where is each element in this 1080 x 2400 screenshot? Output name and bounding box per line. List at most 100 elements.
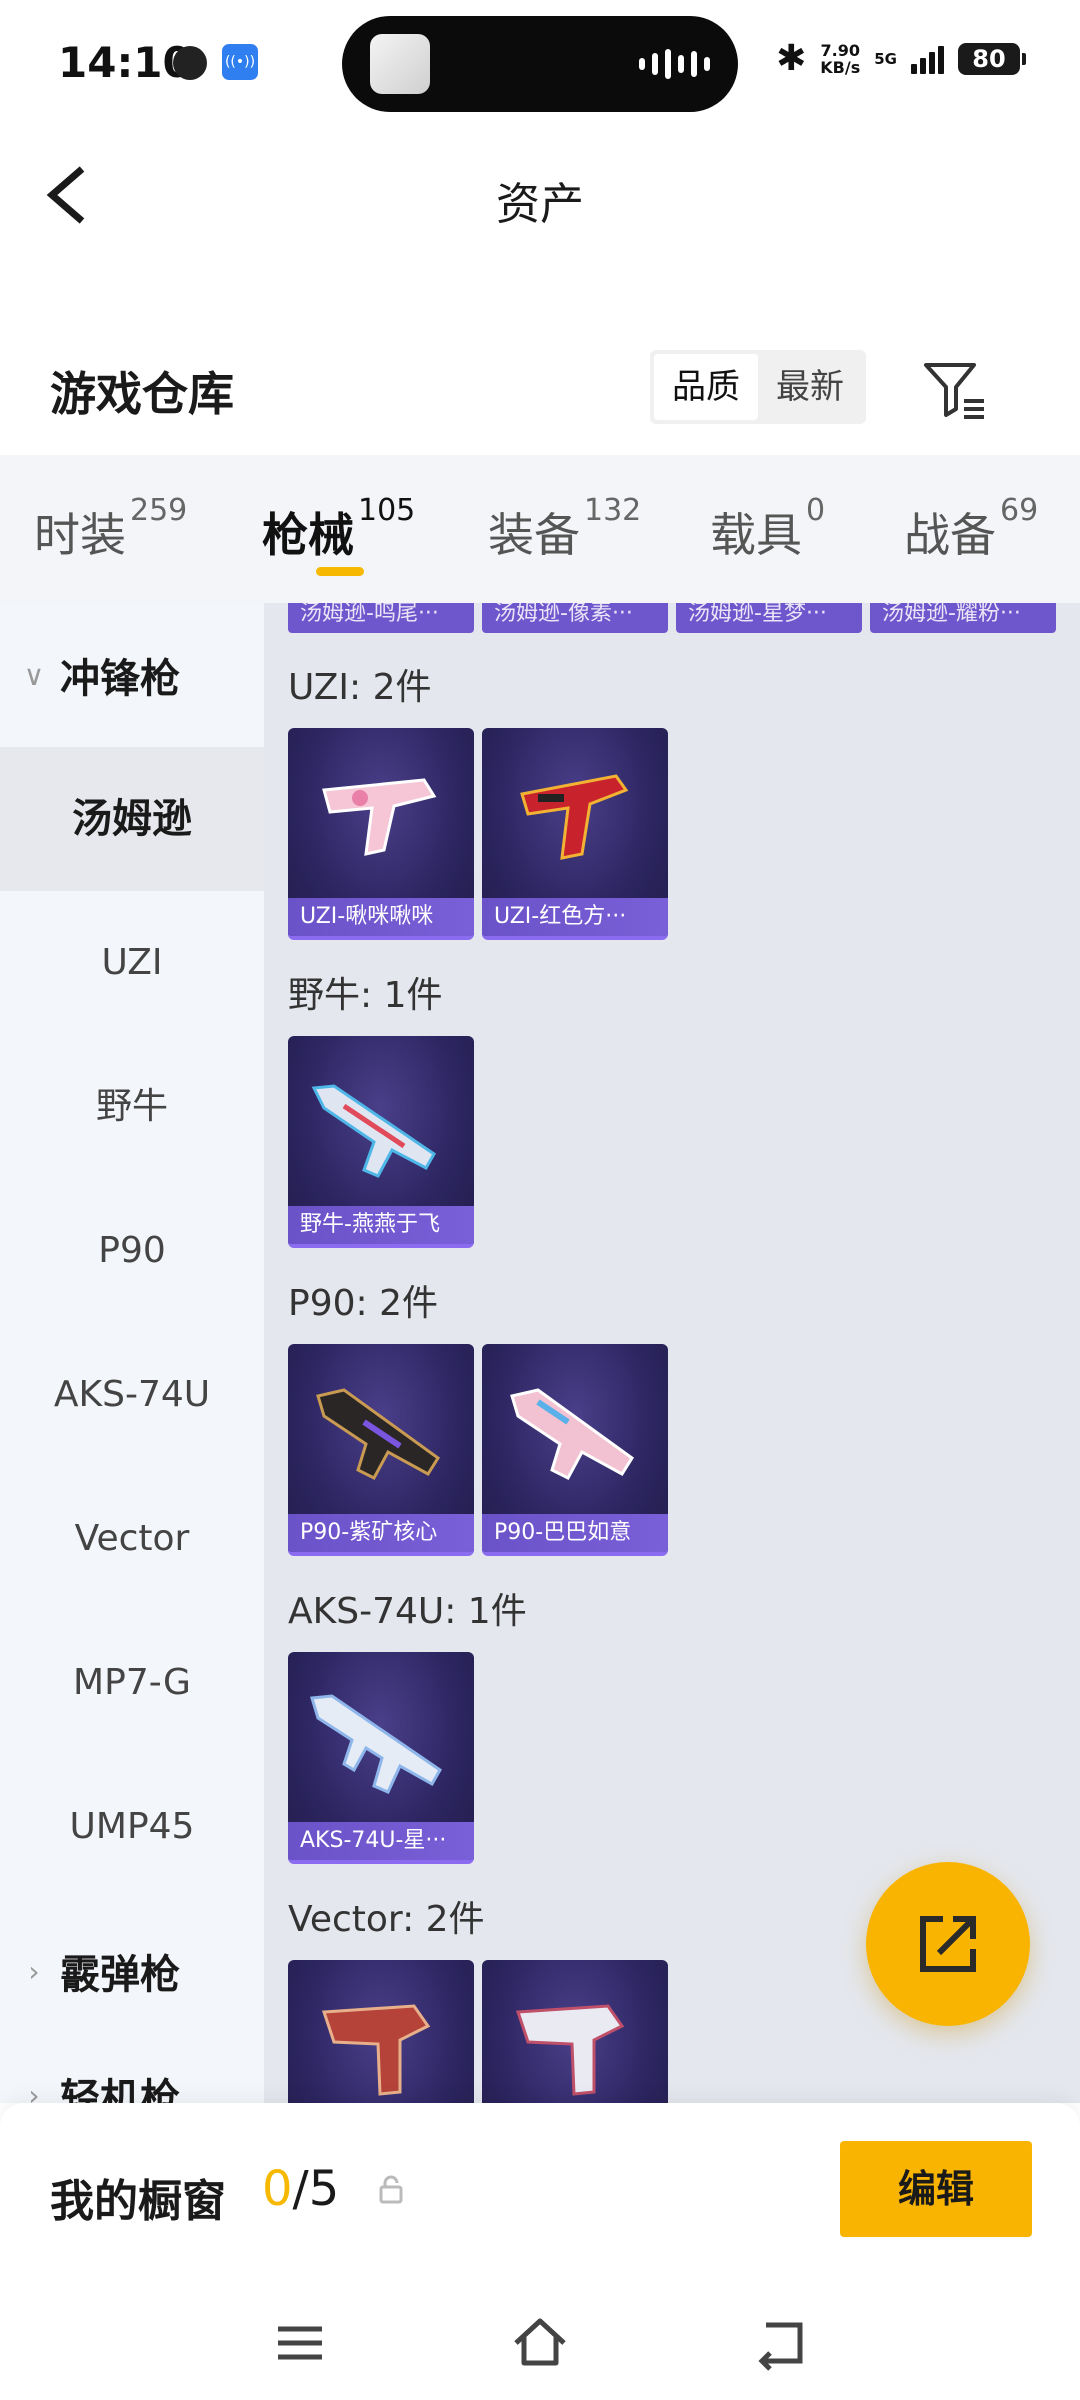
back-arrow-icon[interactable]: [750, 2313, 810, 2373]
signal-icon: [911, 44, 944, 74]
showcase-total: /5: [292, 2161, 340, 2217]
showcase-current: 0: [262, 2161, 293, 2217]
section-title: UZI: 2件: [288, 667, 432, 708]
sidebar-group-shotgun[interactable]: › 霰弹枪: [0, 1899, 264, 2043]
skin-card-label: P90-紫矿核心: [288, 1514, 474, 1552]
share-out-icon[interactable]: [866, 1862, 1030, 2026]
skin-card[interactable]: 汤姆逊-鸣尾···: [288, 603, 474, 633]
skin-card-label: P90-巴巴如意: [482, 1514, 668, 1552]
battery-icon: 80: [958, 42, 1026, 75]
skin-card-label: AKS-74U-星···: [288, 1822, 474, 1860]
sidebar-group-label: 霰弹枪: [60, 1952, 180, 1998]
sidebar-item-bizon[interactable]: 野牛: [0, 1035, 264, 1179]
section-title: Vector: 2件: [288, 1899, 485, 1940]
smg-pink-icon: [322, 778, 437, 856]
network-type: 5G: [874, 49, 897, 68]
home-icon[interactable]: [510, 2313, 570, 2373]
skin-card[interactable]: 野牛-燕燕于飞: [288, 1036, 474, 1248]
sidebar-group-smg[interactable]: ∨ 冲锋枪: [0, 603, 264, 747]
skin-card[interactable]: [288, 1960, 474, 2103]
tab-count: 105: [358, 493, 416, 528]
sidebar-item-aks74u[interactable]: AKS-74U: [0, 1323, 264, 1467]
tab-count: 0: [806, 493, 826, 528]
sidebar-group-label: 冲锋枪: [60, 656, 180, 702]
tab-label: 时装: [34, 508, 126, 562]
sidebar-item-mp7g[interactable]: MP7-G: [0, 1611, 264, 1755]
sidebar-item-p90[interactable]: P90: [0, 1179, 264, 1323]
tab-equipment[interactable]: 装备 132: [488, 493, 641, 565]
skin-card[interactable]: AKS-74U-星···: [288, 1652, 474, 1864]
skin-card[interactable]: [482, 1960, 668, 2103]
skin-card[interactable]: P90-紫矿核心: [288, 1344, 474, 1556]
smg-p90-dark-icon: [316, 1388, 441, 1480]
smg-p90-pink-icon: [510, 1388, 635, 1480]
skin-card[interactable]: UZI-红色方···: [482, 728, 668, 940]
lock-icon: [378, 2175, 404, 2209]
speed-value: 7.90: [820, 40, 860, 60]
filter-icon[interactable]: [920, 355, 990, 425]
smg-vector-white-icon: [515, 2004, 625, 2096]
section-title: AKS-74U: 1件: [288, 1591, 527, 1632]
tab-label: 载具: [710, 508, 802, 562]
sidebar-group-label: 轻机枪: [60, 2076, 180, 2103]
network-speed: 7.90 KB/s: [820, 42, 860, 76]
skin-card[interactable]: 汤姆逊-星梦···: [676, 603, 862, 633]
tab-vehicles[interactable]: 载具 0: [710, 493, 825, 565]
page-title: 资产: [496, 179, 584, 230]
edit-button[interactable]: 编辑: [840, 2141, 1032, 2237]
section-title: 野牛: 1件: [288, 975, 443, 1016]
skin-card[interactable]: P90-巴巴如意: [482, 1344, 668, 1556]
tab-guns[interactable]: 枪械 105: [262, 493, 415, 565]
sort-quality[interactable]: 品质: [654, 354, 758, 420]
smg-red-icon: [520, 774, 629, 860]
skin-card[interactable]: 汤姆逊-像素···: [482, 603, 668, 633]
tab-label: 战备: [904, 508, 996, 562]
sort-newest[interactable]: 最新: [758, 354, 862, 420]
skin-card-label: UZI-啾咪啾咪: [288, 898, 474, 936]
showcase-bar: 我的橱窗 0/5 编辑: [0, 2103, 1080, 2283]
chevron-down-icon: ∨: [23, 658, 45, 692]
skin-card-label: 汤姆逊-像素···: [494, 603, 633, 626]
smg-bizon-icon: [311, 1084, 436, 1178]
skin-card-label: 汤姆逊-耀粉···: [882, 603, 1021, 626]
tab-fashion[interactable]: 时装 259: [34, 493, 187, 565]
sort-toggle[interactable]: 品质 最新: [650, 350, 866, 424]
broadcast-icon: ((•)): [222, 44, 258, 80]
chevron-right-icon: ›: [28, 2078, 40, 2104]
warehouse-title: 游戏仓库: [50, 367, 234, 421]
dynamic-island[interactable]: [342, 16, 738, 112]
menu-icon[interactable]: [270, 2313, 330, 2373]
audio-wave-icon: [639, 49, 710, 79]
skin-card-label: 野牛-燕燕于飞: [288, 1206, 474, 1244]
showcase-count: 0/5: [262, 2161, 339, 2217]
tab-count: 69: [1000, 493, 1039, 528]
active-tab-indicator: [316, 567, 364, 576]
status-time: 14:10: [58, 38, 192, 87]
skin-card-label: UZI-红色方···: [482, 898, 668, 936]
sidebar-item-vector[interactable]: Vector: [0, 1467, 264, 1611]
bluetooth-icon: ✱: [776, 38, 807, 79]
showcase-label: 我的橱窗: [50, 2176, 226, 2227]
sidebar-item-uzi[interactable]: UZI: [0, 891, 264, 1035]
sidebar-group-lmg[interactable]: › 轻机枪: [0, 2023, 264, 2103]
system-nav-bar: [0, 2283, 1080, 2400]
sidebar: ∨ 冲锋枪 汤姆逊 UZI 野牛 P90 AKS-74U Vector MP7-…: [0, 603, 264, 2103]
vpn-icon: [173, 46, 207, 80]
tab-label: 枪械: [262, 508, 354, 562]
sidebar-item-thompson[interactable]: 汤姆逊: [0, 747, 264, 891]
skin-card[interactable]: UZI-啾咪啾咪: [288, 728, 474, 940]
skin-card-label: 汤姆逊-星梦···: [688, 603, 827, 626]
rifle-aks-icon: [310, 1694, 442, 1794]
sidebar-item-ump45[interactable]: UMP45: [0, 1755, 264, 1899]
category-tabs: 时装 259 枪械 105 装备 132 载具 0 战备 69: [0, 455, 1080, 603]
status-bar: 14:10 ((•)) ✱ 7.90 KB/s 5G 80: [0, 0, 1080, 130]
speed-unit: KB/s: [820, 57, 861, 77]
tab-count: 132: [584, 493, 642, 528]
section-title: P90: 2件: [288, 1283, 438, 1324]
skin-card-label: 汤姆逊-鸣尾···: [300, 603, 439, 626]
skin-card[interactable]: 汤姆逊-耀粉···: [870, 603, 1056, 633]
tab-count: 259: [130, 493, 188, 528]
tab-supplies[interactable]: 战备 69: [904, 493, 1038, 565]
tab-label: 装备: [488, 508, 580, 562]
media-thumbnail: [370, 34, 430, 94]
